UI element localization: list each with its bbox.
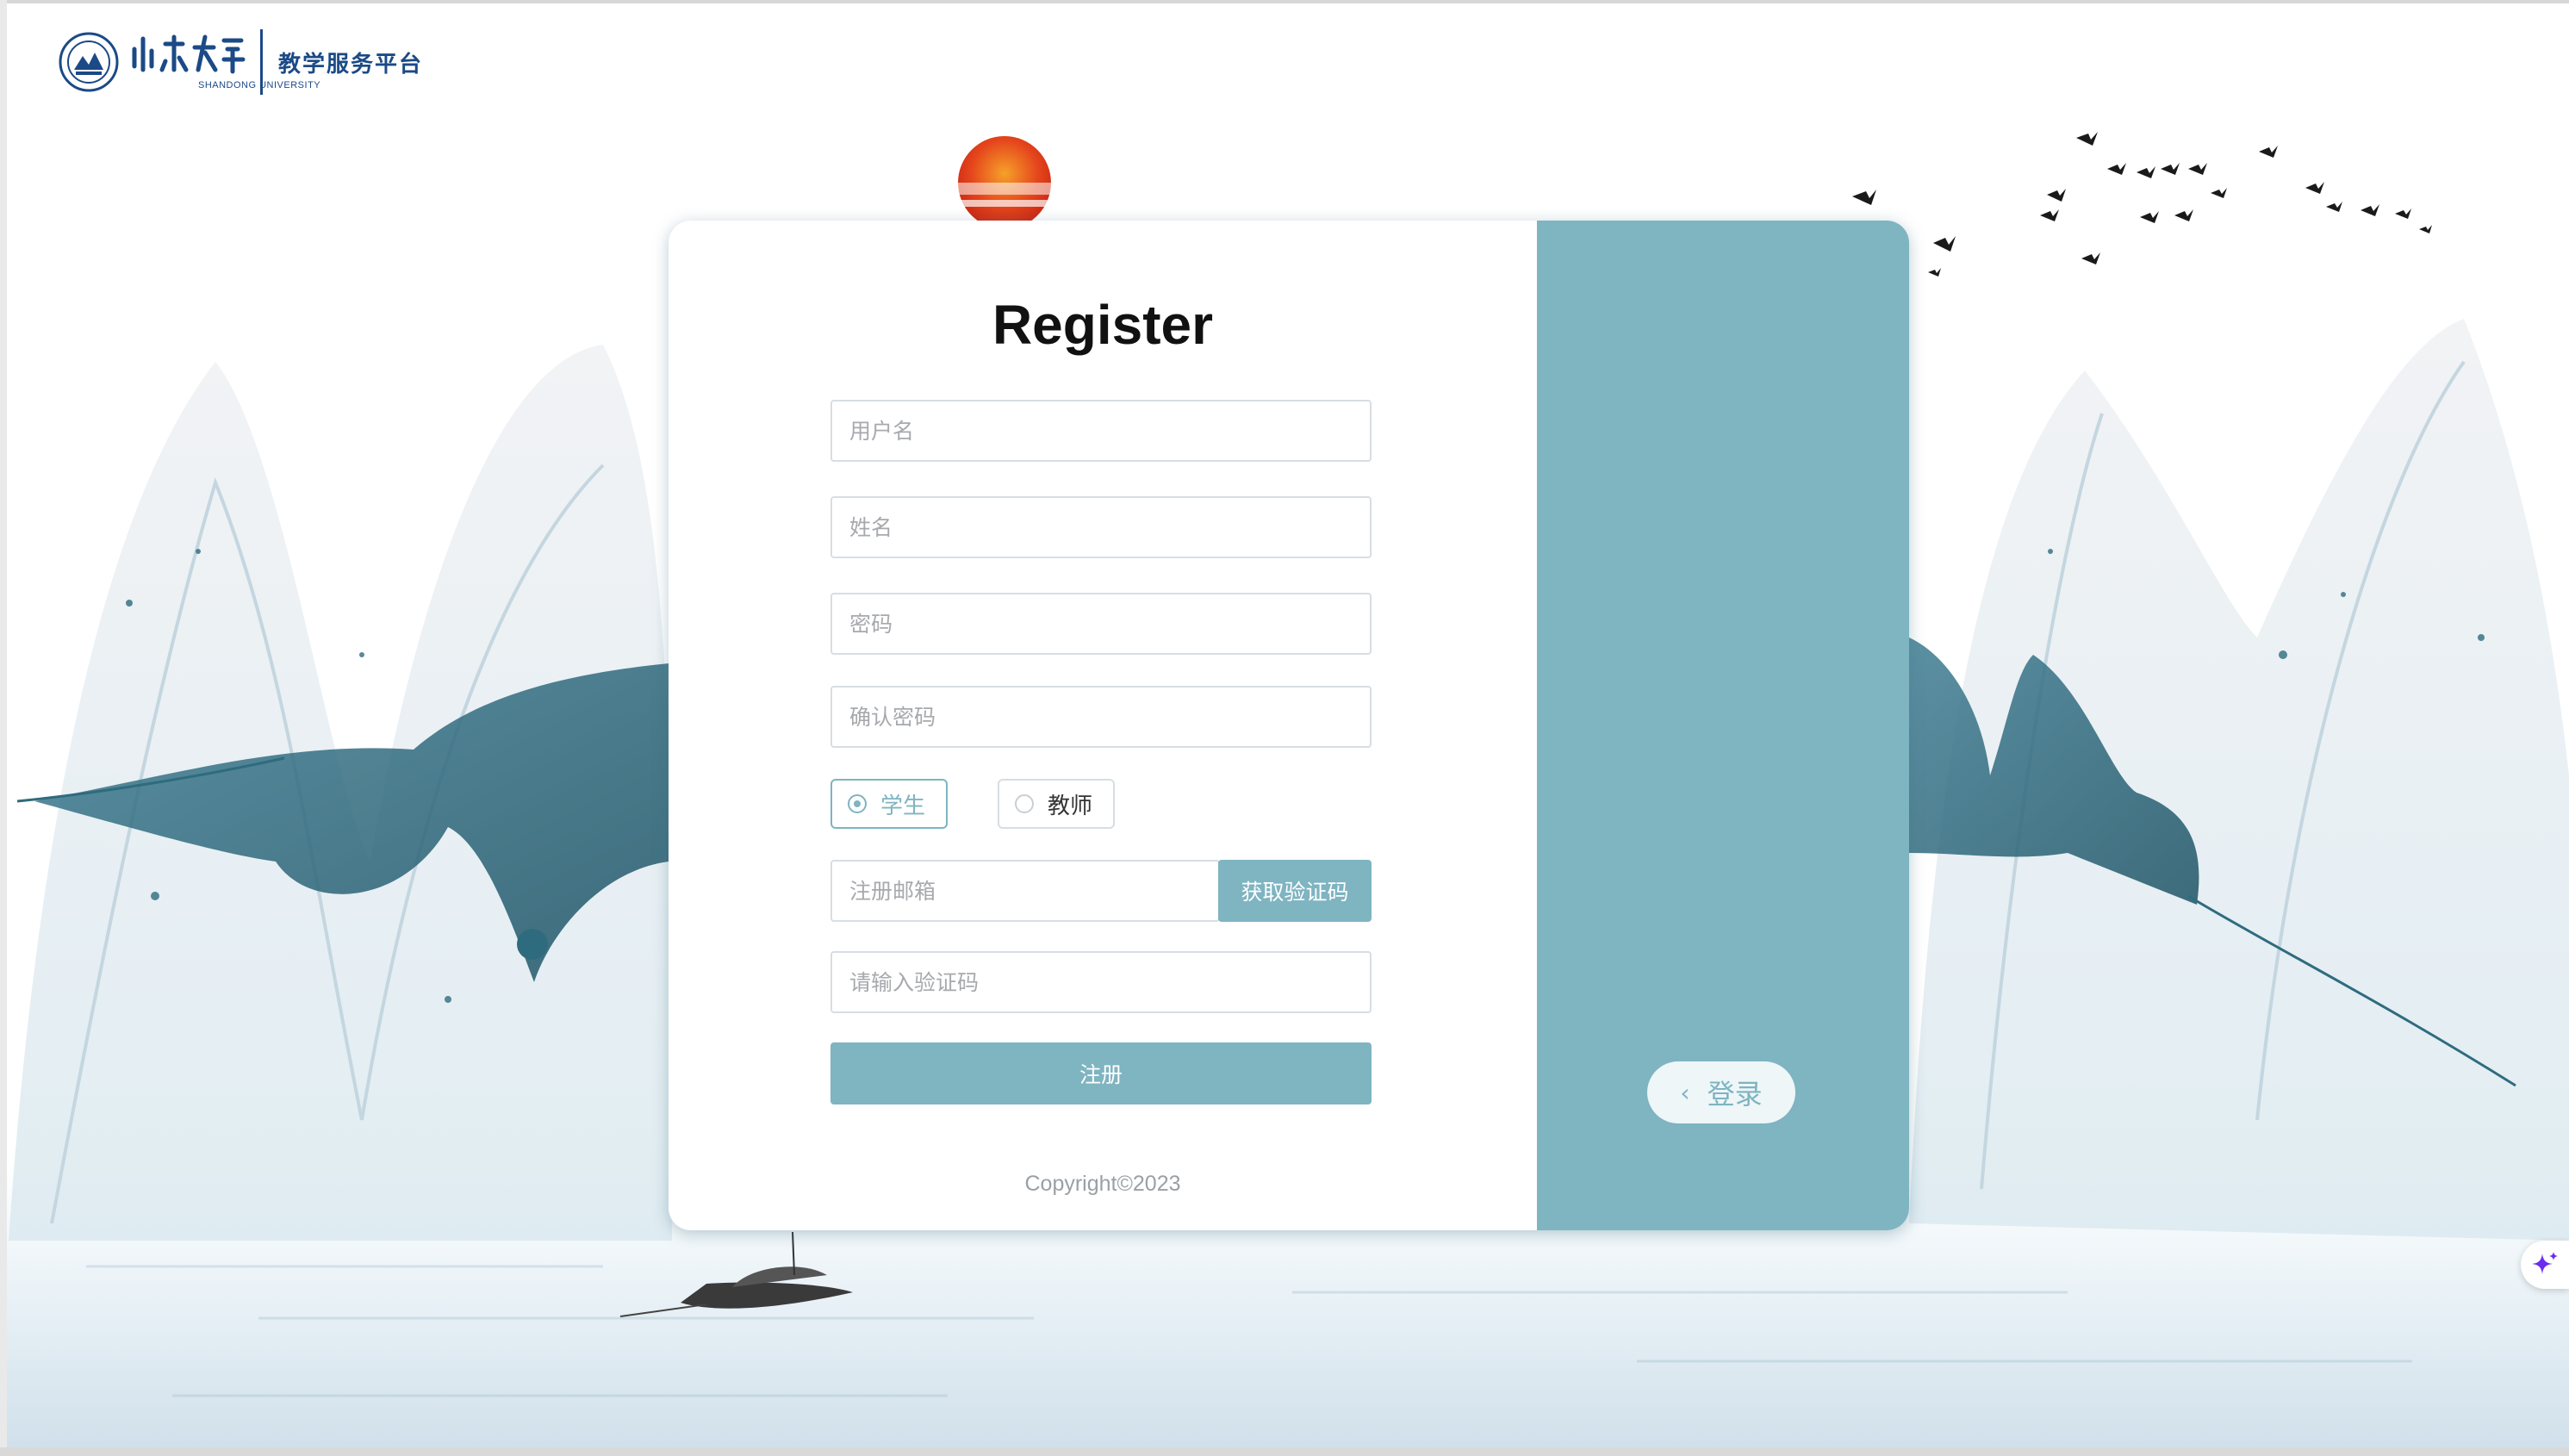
- university-name-logotype: SHANDONG UNIVERSITY: [128, 32, 320, 92]
- platform-title: 教学服务平台: [278, 51, 424, 78]
- university-logo: SHANDONG UNIVERSITY 教学服务平台: [59, 28, 423, 96]
- university-subtitle: SHANDONG UNIVERSITY: [198, 80, 321, 90]
- username-input[interactable]: [848, 401, 1354, 461]
- role-label-teacher: 教师: [1048, 793, 1093, 819]
- radio-selected-icon: [848, 794, 867, 813]
- copyright-text: Copyright©2023: [1024, 1172, 1181, 1196]
- verification-code-input[interactable]: [848, 952, 1354, 1012]
- verification-code-field[interactable]: [830, 951, 1372, 1013]
- assistant-sparkle-button[interactable]: [2521, 1241, 2569, 1289]
- login-label: 登录: [1707, 1078, 1763, 1111]
- confirm-password-input[interactable]: [848, 687, 1354, 747]
- login-button[interactable]: ‹ 登录: [1647, 1061, 1795, 1123]
- radio-unselected-icon: [1015, 794, 1034, 813]
- role-radio-student[interactable]: 学生: [830, 779, 948, 829]
- window-top-edge: [0, 0, 2569, 3]
- password-field[interactable]: [830, 593, 1372, 655]
- role-label-student: 学生: [880, 793, 926, 819]
- university-seal-icon: [59, 32, 119, 92]
- confirm-password-field[interactable]: [830, 686, 1372, 748]
- chevron-left-icon: ‹: [1680, 1078, 1690, 1107]
- name-input[interactable]: [848, 497, 1354, 557]
- email-field[interactable]: [830, 860, 1220, 922]
- role-radio-teacher[interactable]: 教师: [998, 779, 1115, 829]
- password-input[interactable]: [848, 594, 1354, 654]
- form-title: Register: [992, 294, 1214, 356]
- username-field[interactable]: [830, 400, 1372, 462]
- get-code-button[interactable]: 获取验证码: [1218, 860, 1372, 922]
- window-bottom-edge: [0, 1447, 2569, 1456]
- email-input[interactable]: [848, 861, 1203, 921]
- sparkle-icon: [2532, 1252, 2558, 1274]
- window-left-edge: [0, 0, 7, 1456]
- register-button[interactable]: 注册: [830, 1042, 1372, 1104]
- name-field[interactable]: [830, 496, 1372, 558]
